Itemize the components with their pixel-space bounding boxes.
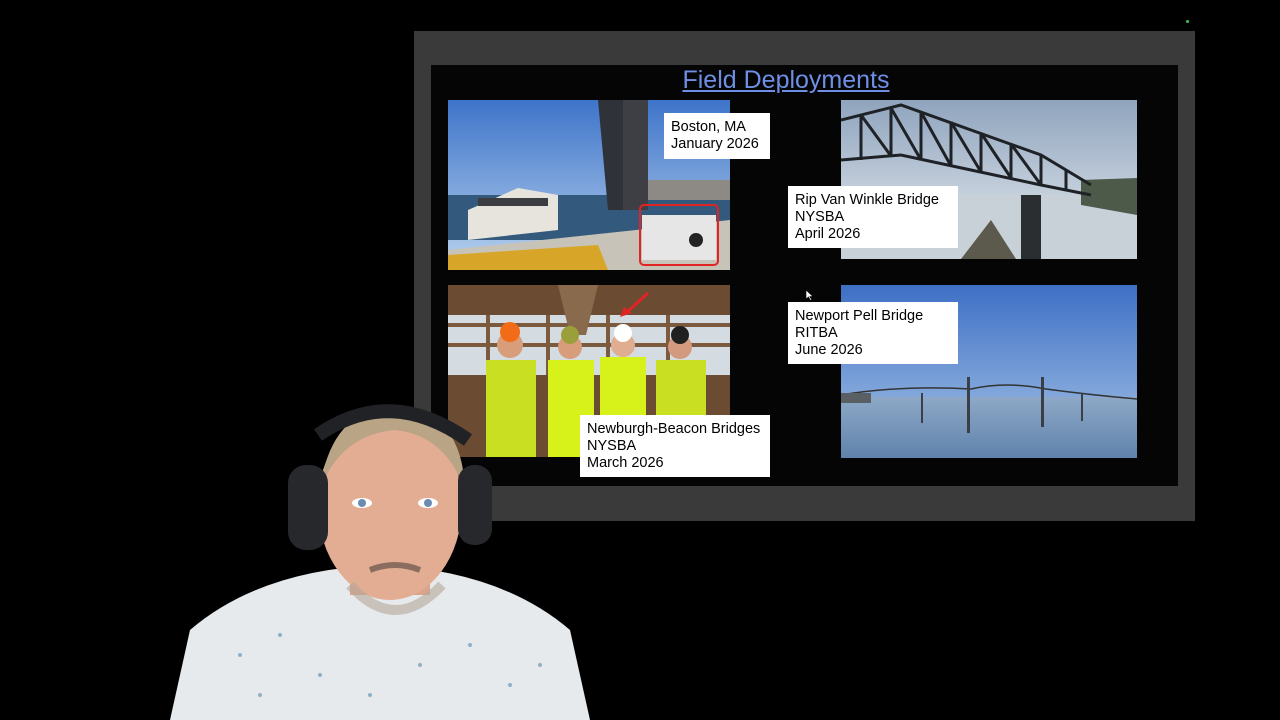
status-dot-icon	[1186, 20, 1189, 23]
caption-date: April 2026	[795, 226, 861, 242]
caption-date: June 2026	[795, 342, 863, 358]
caption-location: Newburgh-Beacon Bridges	[587, 421, 761, 437]
caption-agency: NYSBA	[795, 209, 845, 225]
caption-boston: Boston, MA January 2026	[664, 113, 770, 159]
caption-newburgh-beacon: Newburgh-Beacon Bridges NYSBA March 2026	[580, 415, 770, 477]
presenter-webcam	[170, 395, 590, 720]
caption-agency: RITBA	[795, 325, 838, 341]
caption-rip-van-winkle: Rip Van Winkle Bridge NYSBA April 2026	[788, 186, 958, 248]
slide-title: Field Deployments	[682, 66, 890, 94]
caption-date: January 2026	[671, 136, 759, 152]
caption-location: Rip Van Winkle Bridge	[795, 192, 939, 208]
cursor-icon	[805, 288, 814, 306]
caption-location: Newport Pell Bridge	[795, 308, 924, 324]
caption-location: Boston, MA	[671, 119, 746, 135]
caption-date: March 2026	[587, 455, 664, 471]
caption-newport-pell: Newport Pell Bridge RITBA June 2026	[788, 302, 958, 364]
caption-agency: NYSBA	[587, 438, 637, 454]
